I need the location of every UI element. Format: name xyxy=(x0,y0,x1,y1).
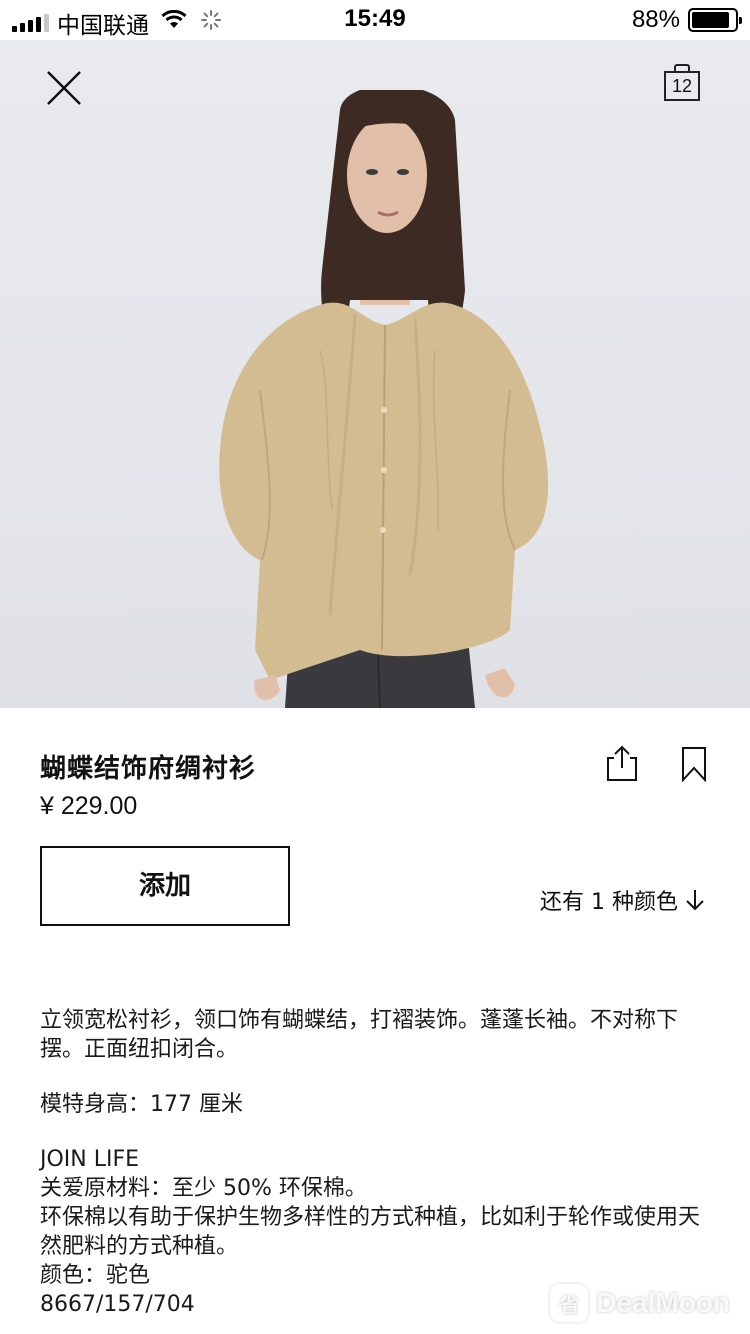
model-height: 模特身高：177 厘米 xyxy=(40,1092,243,1117)
add-to-cart-button[interactable]: 添加 xyxy=(40,846,290,926)
cotton-note: 环保棉以有助于保护生物多样性的方式种植，比如利于轮作或使用天然肥料的方式种植。 xyxy=(40,1205,701,1259)
description-text: 立领宽松衬衫，领口饰有蝴蝶结，打褶装饰。蓬蓬长袖。不对称下摆。正面纽扣闭合。 xyxy=(40,1008,679,1062)
cart-button[interactable]: 12 xyxy=(664,64,706,104)
share-button[interactable] xyxy=(604,744,640,782)
material-text: 关爱原材料：至少 50% 环保棉。 xyxy=(40,1176,367,1201)
battery-percent: 88% xyxy=(631,6,680,33)
more-colors-label: 还有 1 种颜色 xyxy=(540,890,678,915)
status-bar: 中国联通 15:49 88% xyxy=(0,0,750,40)
cart-count: 12 xyxy=(664,71,700,101)
battery-icon xyxy=(688,8,742,32)
product-description: 立领宽松衬衫，领口饰有蝴蝶结，打褶装饰。蓬蓬长袖。不对称下摆。正面纽扣闭合。 模… xyxy=(40,1006,720,1319)
product-photo xyxy=(219,90,549,708)
watermark-text: DealMoon xyxy=(596,1287,730,1318)
dealmoon-watermark: 省 DealMoon xyxy=(550,1284,730,1322)
product-image-area: 12 xyxy=(0,40,750,708)
product-info-panel: 蝴蝶结饰府绸衬衫 ¥ 229.00 添加 还有 1 种颜色 立领宽松衬衫，领口饰… xyxy=(0,708,750,1334)
arrow-down-icon xyxy=(686,890,704,911)
dealmoon-logo-icon: 省 xyxy=(550,1284,589,1322)
product-price: ¥ 229.00 xyxy=(40,792,138,820)
share-icon xyxy=(607,745,637,781)
close-button[interactable] xyxy=(40,64,88,112)
bookmark-button[interactable] xyxy=(680,746,708,783)
more-colors-link[interactable]: 还有 1 种颜色 xyxy=(540,884,706,916)
join-life-label: JOIN LIFE xyxy=(40,1147,140,1172)
bookmark-icon xyxy=(682,747,706,783)
close-icon xyxy=(47,71,81,105)
product-name: 蝴蝶结饰府绸衬衫 xyxy=(40,754,257,784)
